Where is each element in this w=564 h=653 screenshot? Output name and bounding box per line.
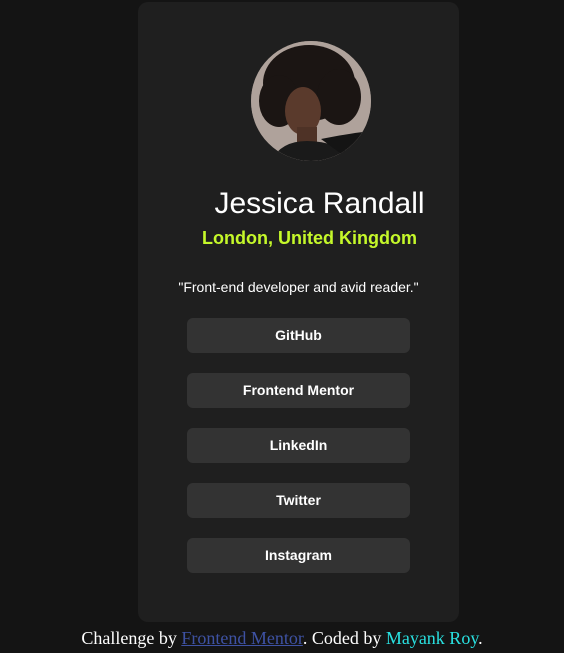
footer-suffix: . <box>478 628 483 648</box>
footer-middle: . Coded by <box>302 628 386 648</box>
linkedin-link-button[interactable]: LinkedIn <box>187 428 410 463</box>
profile-location: London, United Kingdom <box>202 228 417 248</box>
avatar <box>251 41 371 161</box>
github-link-button[interactable]: GitHub <box>187 318 410 353</box>
twitter-link-button[interactable]: Twitter <box>187 483 410 518</box>
author-footer-link[interactable]: Mayank Roy <box>386 628 478 648</box>
footer-prefix: Challenge by <box>81 628 182 648</box>
frontend-mentor-link-button[interactable]: Frontend Mentor <box>187 373 410 408</box>
instagram-link-button[interactable]: Instagram <box>187 538 410 573</box>
frontend-mentor-footer-link[interactable]: Frontend Mentor <box>181 628 303 648</box>
profile-card: Jessica Randall London, United Kingdom "… <box>138 2 459 622</box>
avatar-photo-icon <box>251 41 371 161</box>
profile-bio: "Front-end developer and avid reader." <box>178 279 419 295</box>
attribution-footer: Challenge by Frontend Mentor. Coded by M… <box>0 627 564 649</box>
profile-name: Jessica Randall <box>214 187 425 220</box>
social-links: GitHub Frontend Mentor LinkedIn Twitter … <box>187 318 410 593</box>
